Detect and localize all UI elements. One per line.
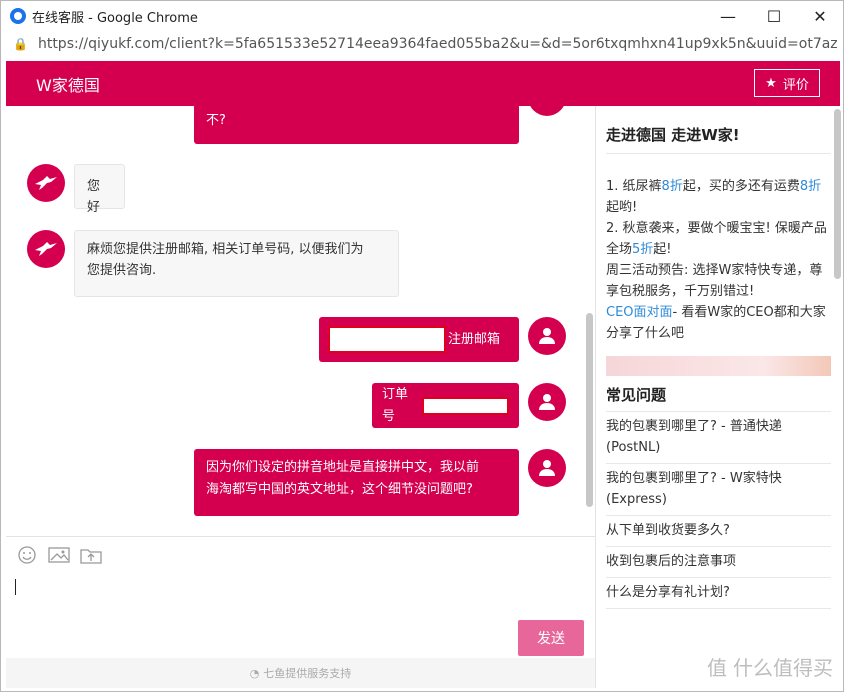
agent-avatar (27, 164, 65, 202)
message-text: 注册邮箱 (448, 331, 501, 347)
user-icon (539, 394, 555, 410)
chat-header: W家德国 ★ 评价 (6, 61, 840, 106)
chat-scrollbar[interactable] (586, 313, 593, 507)
promo-line-1: 1. 纸尿裤8折起，买的多还有运费8折起哟! (606, 176, 830, 218)
user-avatar (528, 383, 566, 421)
watermark: 值 什么值得买 (707, 652, 833, 681)
promo-link[interactable]: 5折 (632, 242, 653, 257)
user-message: 因为你们设定的拼音地址是直接拼中文，我以前 海淘都写中国的英文地址，这个细节没问… (194, 449, 519, 516)
promo-banner-image[interactable] (606, 356, 831, 376)
promo-line-2: 2. 秋意袭来，要做个暖宝宝! 保暖产品全场5折起! (606, 218, 830, 260)
faq-item[interactable]: 收到包裹后的注意事项 (606, 547, 831, 578)
ceo-link[interactable]: CEO面对面 (606, 305, 673, 320)
sidebar-scrollbar[interactable] (834, 109, 841, 279)
promo-title: 走进德国 走进W家! (606, 124, 831, 154)
maximize-icon[interactable]: ☐ (751, 1, 797, 31)
window-title: 在线客服 - Google Chrome (32, 10, 198, 26)
browser-window: 在线客服 - Google Chrome — ☐ ✕ 🔒 https://qiy… (0, 0, 844, 692)
address-bar[interactable]: 🔒 https://qiyukf.com/client?k=5fa651533e… (1, 31, 843, 57)
promo-text-span: 起! (653, 242, 672, 257)
message-text: 不? (206, 113, 226, 128)
message-text: 您好 (87, 179, 101, 215)
stork-icon (35, 176, 57, 190)
sidebar: 走进德国 走进W家! 1. 纸尿裤8折起，买的多还有运费8折起哟! 2. 秋意袭… (595, 106, 840, 688)
rate-button[interactable]: ★ 评价 (754, 69, 820, 97)
message-input[interactable] (6, 572, 595, 658)
promo-link[interactable]: 8折 (800, 179, 821, 194)
promo-link[interactable]: 8折 (662, 179, 683, 194)
user-avatar (528, 106, 566, 116)
rate-label: 评价 (782, 77, 809, 93)
message-list[interactable]: 不? 您好 麻烦您提供注册邮箱, 相关订单号码, 以便我们为 您提供咨询. 注册… (6, 106, 595, 536)
promo-line-3: 周三活动预告: 选择W家特快专递，尊享包税服务，千万别错过! (606, 263, 823, 299)
window-controls: — ☐ ✕ (705, 1, 843, 31)
user-icon (539, 460, 555, 476)
text-caret (15, 579, 16, 595)
watermark-text: 什么值得买 (733, 656, 833, 680)
redacted-order-number (421, 396, 509, 415)
message-line: 因为你们设定的拼音地址是直接拼中文，我以前 (206, 460, 480, 475)
agent-message: 麻烦您提供注册邮箱, 相关订单号码, 以便我们为 您提供咨询. (74, 230, 399, 297)
chrome-icon (10, 8, 26, 24)
redacted-email (328, 326, 446, 353)
user-message: 订单号 (372, 383, 519, 428)
brand-name: W家德国 (36, 75, 100, 95)
message-line: 麻烦您提供注册邮箱, 相关订单号码, 以便我们为 (87, 242, 364, 257)
user-message: 注册邮箱 (319, 317, 519, 362)
agent-avatar (27, 230, 65, 268)
user-message: 不? (194, 106, 519, 144)
faq-item[interactable]: 什么是分享有礼计划? (606, 578, 831, 609)
promo-line-4: CEO面对面- 看看W家的CEO都和大家分享了什么吧 (606, 302, 830, 344)
message-line: 您提供咨询. (87, 263, 157, 278)
lock-icon: 🔒 (13, 37, 28, 51)
composer-toolbar (6, 536, 595, 572)
watermark-logo-icon: 值 (707, 656, 727, 680)
upload-file-icon[interactable] (80, 545, 102, 565)
user-icon (539, 328, 555, 344)
stork-icon (35, 242, 57, 256)
minimize-icon[interactable]: — (705, 1, 751, 31)
image-icon[interactable] (48, 545, 70, 565)
promo-text-span: 1. 纸尿裤 (606, 179, 662, 194)
title-bar: 在线客服 - Google Chrome — ☐ ✕ (1, 1, 843, 31)
emoji-icon[interactable] (16, 545, 38, 565)
faq-item[interactable]: 我的包裹到哪里了? - W家特快 (Express) (606, 464, 831, 516)
user-avatar (528, 449, 566, 487)
faq-title: 常见问题 (606, 384, 831, 412)
user-avatar (528, 317, 566, 355)
powered-by: ◔ 七鱼提供服务支持 (6, 658, 595, 688)
close-icon[interactable]: ✕ (797, 1, 843, 31)
message-text: 订单号 (382, 386, 409, 424)
promo-text-span: 起哟! (606, 200, 638, 215)
agent-message: 您好 (74, 164, 125, 215)
qiyu-logo-icon: ◔ (249, 666, 260, 680)
message-line: 海淘都写中国的英文地址，这个细节没问题吧? (206, 482, 473, 497)
promo-text: 1. 纸尿裤8折起，买的多还有运费8折起哟! 2. 秋意袭来，要做个暖宝宝! 保… (596, 154, 840, 344)
faq-item[interactable]: 从下单到收货要多久? (606, 516, 831, 547)
send-button[interactable]: 发送 (518, 620, 584, 656)
star-icon: ★ (765, 75, 777, 91)
faq-item[interactable]: 我的包裹到哪里了? - 普通快递 (PostNL) (606, 412, 831, 464)
powered-by-text: 七鱼提供服务支持 (263, 667, 352, 680)
url-text[interactable]: https://qiyukf.com/client?k=5fa651533e52… (38, 36, 838, 52)
promo-text-span: 起，买的多还有运费 (682, 179, 800, 194)
